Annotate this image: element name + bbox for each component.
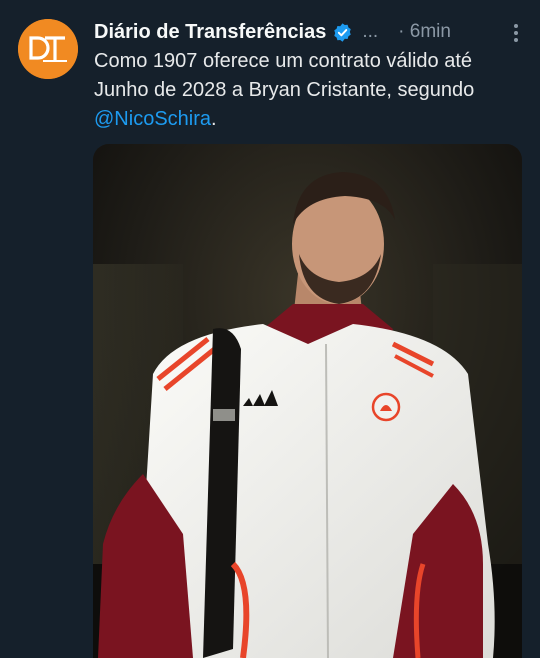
tweet-text: Como 1907 oferece um contrato válido até… [94, 47, 524, 134]
tweet-text-body: Como 1907 oferece um contrato válido até… [94, 50, 475, 101]
tweet-card[interactable]: Diário de Transferências ... · 6min Como… [0, 0, 540, 658]
more-options-icon[interactable] [506, 22, 526, 44]
tweet-timestamp[interactable]: · 6min [398, 21, 451, 43]
player-photo-illustration [93, 144, 522, 658]
mention-link[interactable]: @NicoSchira [94, 108, 211, 130]
tweet-media-photo[interactable] [93, 144, 522, 658]
tweet-text-end: . [211, 108, 217, 130]
author-handle[interactable]: ... [362, 21, 378, 43]
dt-logo-icon [18, 19, 78, 79]
tweet-header: Diário de Transferências ... · 6min [94, 18, 526, 46]
author-avatar[interactable] [18, 19, 78, 79]
verified-badge-icon [334, 22, 352, 42]
author-name[interactable]: Diário de Transferências [94, 21, 326, 44]
